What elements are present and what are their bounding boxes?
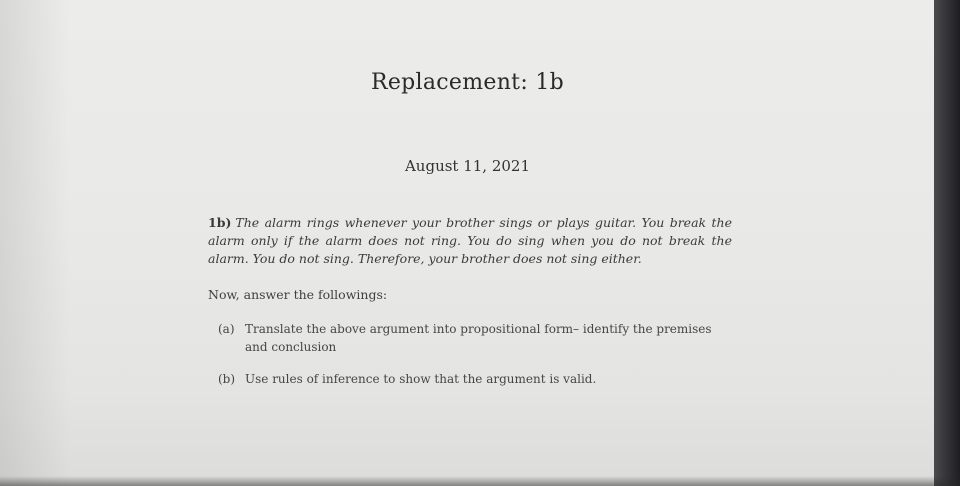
document-title: Replacement: 1b: [370, 70, 565, 95]
monitor-bezel-bottom: [0, 476, 960, 486]
document-date: August 11, 2021: [404, 157, 531, 175]
monitor-screen: Replacement: 1b August 11, 2021 1b) The a…: [0, 0, 945, 486]
photo-scene: Replacement: 1b August 11, 2021 1b) The a…: [0, 0, 960, 486]
part-a-text-line2: and conclusion: [245, 340, 337, 354]
problem-text: The alarm rings whenever your brother si…: [208, 215, 732, 266]
monitor-bezel-right: [934, 0, 960, 486]
part-b-text: Use rules of inference to show that the …: [245, 372, 597, 386]
question-part-b: (b) Use rules of inference to show that t…: [218, 370, 738, 388]
problem-statement: 1b) The alarm rings whenever your brother…: [208, 214, 732, 268]
part-a-marker: (a): [218, 322, 235, 336]
part-b-marker: (b): [218, 372, 236, 386]
question-part-a: (a) Translate the above argument into pro…: [218, 320, 738, 356]
instruction-text: Now, answer the followings:: [208, 287, 388, 302]
problem-label: 1b): [208, 215, 232, 230]
part-a-text-line1: Translate the above argument into propos…: [245, 322, 712, 336]
